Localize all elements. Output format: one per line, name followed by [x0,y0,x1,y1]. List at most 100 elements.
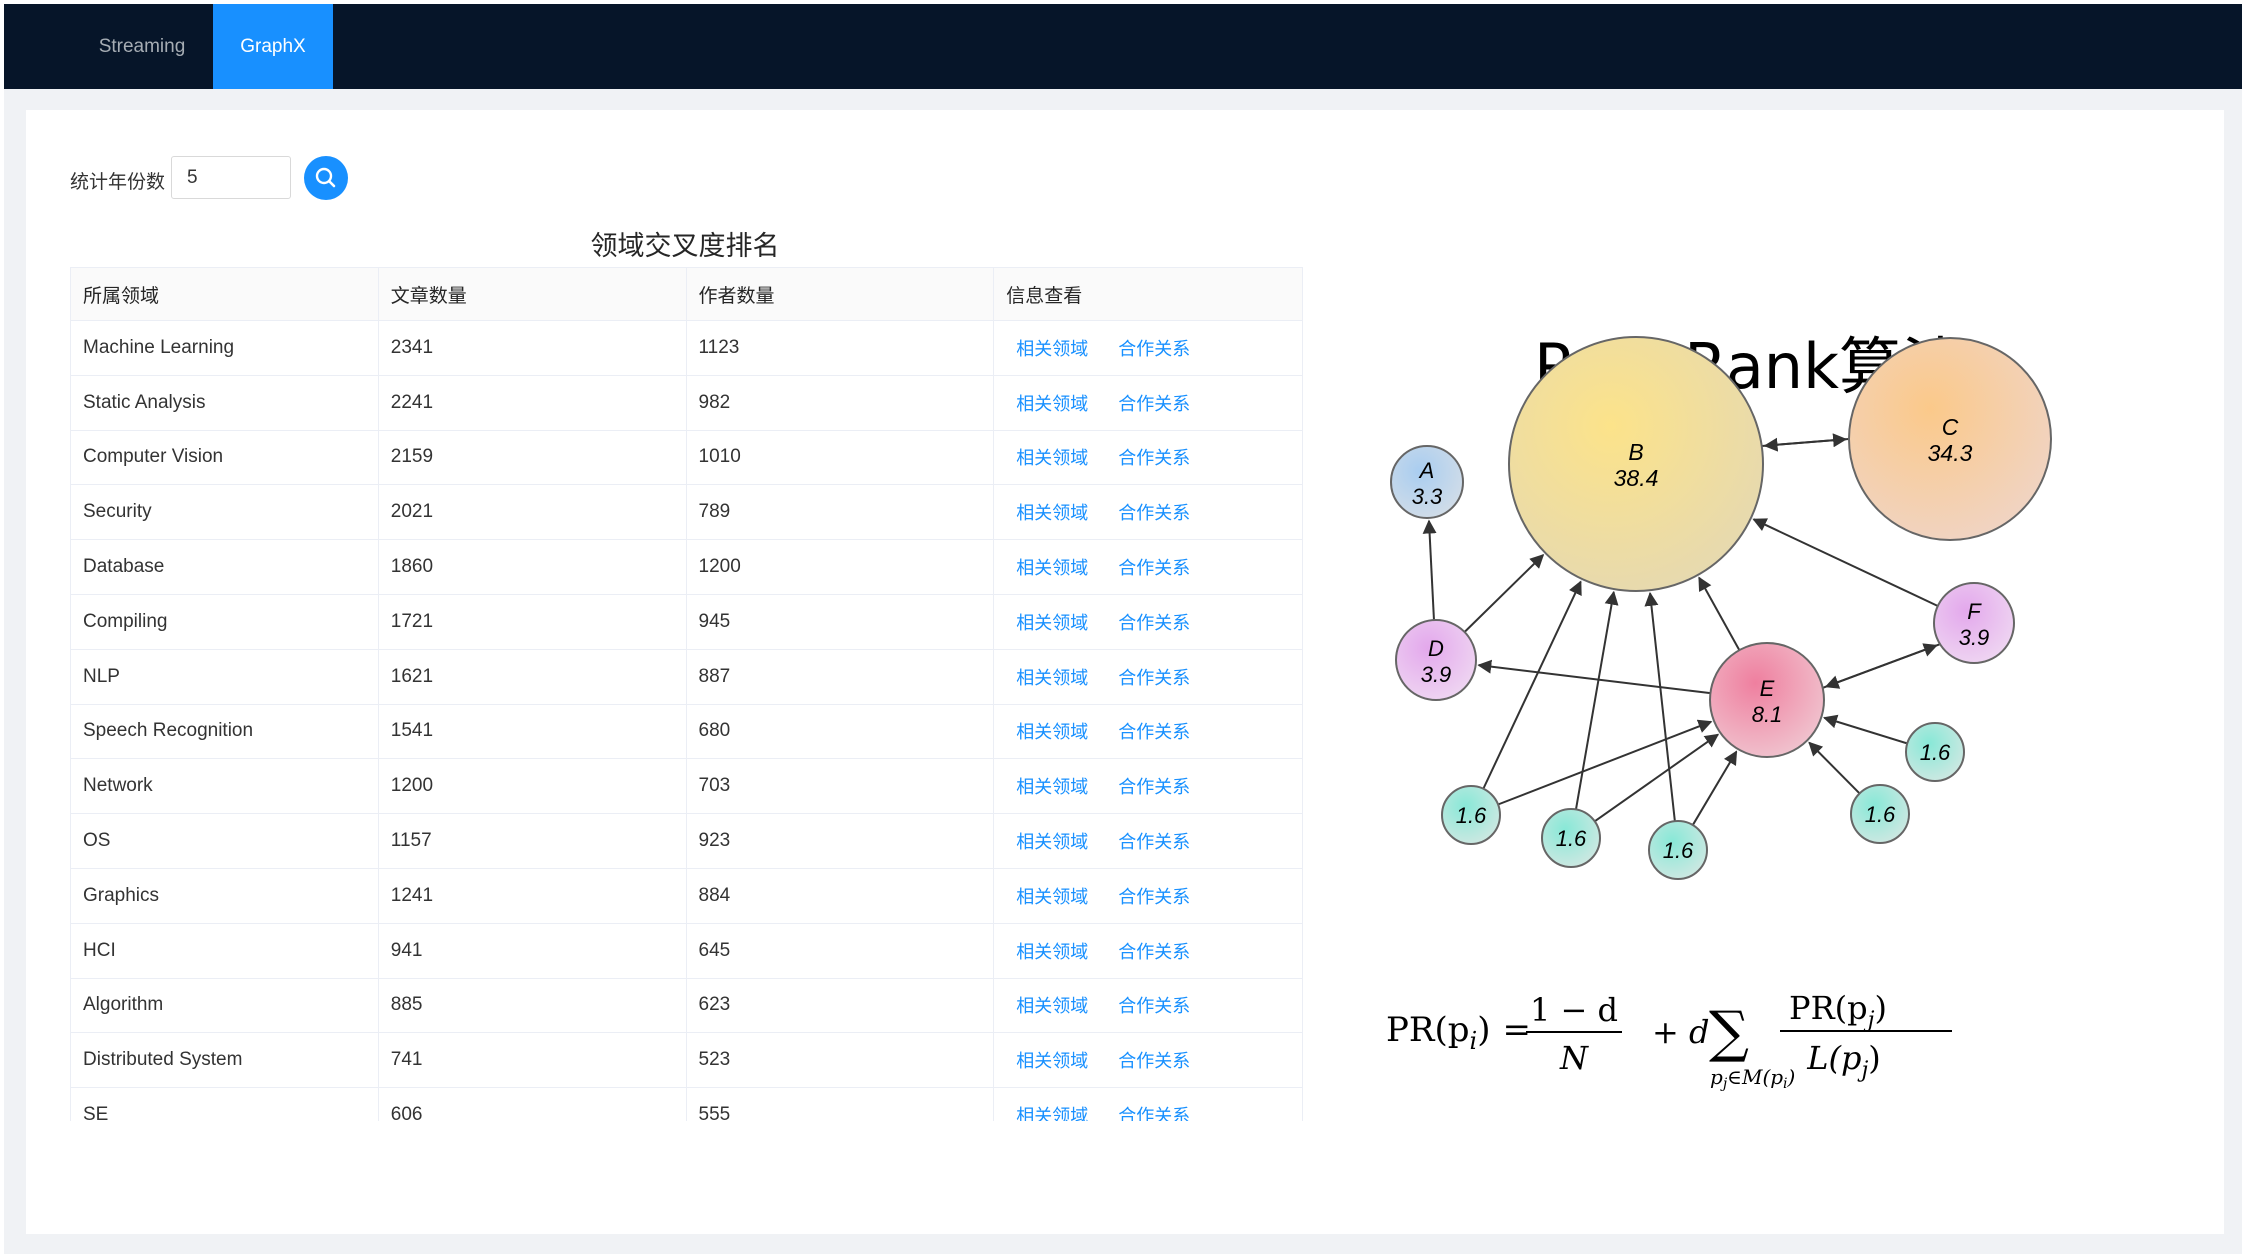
ranking-table[interactable]: 所属领域 文章数量 作者数量 信息查看 Machine Learning 2341… [70,267,1303,1121]
collaboration-link[interactable]: 合作关系 [1118,777,1190,798]
authors-cell: 703 [686,758,995,815]
related-fields-link[interactable]: 相关领域 [1016,1106,1088,1121]
node-label: F [1967,599,1982,624]
graph-edge [1644,591,1676,822]
table-row: Distributed System 741 523 相关领域 合作关系 [70,1032,1303,1089]
field-cell: Machine Learning [70,320,379,376]
tab-streaming[interactable]: Streaming [66,4,218,89]
related-fields-link[interactable]: 相关领域 [1016,777,1088,798]
articles-cell: 2159 [378,430,687,486]
graph-edge [1463,554,1545,633]
authors-cell: 623 [686,978,995,1034]
related-fields-link[interactable]: 相关领域 [1016,722,1088,743]
field-cell: Database [70,539,379,595]
collaboration-link[interactable]: 合作关系 [1118,613,1190,634]
table-row: HCI 941 645 相关领域 合作关系 [70,923,1303,979]
authors-cell: 1200 [686,539,995,595]
collaboration-link[interactable]: 合作关系 [1118,1051,1190,1072]
graph-edge [1698,576,1741,651]
related-fields-link[interactable]: 相关领域 [1016,887,1088,908]
formula-plus-d: + d [1652,1013,1709,1051]
articles-cell: 1157 [378,813,687,869]
field-cell: Network [70,758,379,815]
authors-cell: 923 [686,813,995,869]
graph-node: C34.3 [1848,337,2052,541]
authors-cell: 680 [686,704,995,760]
node-score: 1.6 [1456,803,1487,828]
graph-edge [1691,750,1738,826]
node-label: E [1760,676,1775,701]
actions-cell: 相关领域 合作关系 [993,430,1303,486]
related-fields-link[interactable]: 相关领域 [1016,942,1088,963]
node-score: 3.3 [1412,484,1443,509]
node-label: C [1942,414,1959,440]
year-count-label: 统计年份数 [70,171,166,193]
graph-node: 1.6 [1905,722,1965,782]
graph-node: 1.6 [1850,784,1910,844]
collaboration-link[interactable]: 合作关系 [1118,887,1190,908]
graph-edge [1763,437,1849,452]
field-cell: Algorithm [70,978,379,1034]
authors-cell: 945 [686,594,995,650]
related-fields-link[interactable]: 相关领域 [1016,339,1088,360]
field-cell: Speech Recognition [70,704,379,760]
collaboration-link[interactable]: 合作关系 [1118,942,1190,963]
column-header-info: 信息查看 [993,267,1303,321]
actions-cell: 相关领域 合作关系 [993,539,1303,595]
table-row: Machine Learning 2341 1123 相关领域 合作关系 [70,320,1303,376]
node-score: 1.6 [1663,838,1694,863]
articles-cell: 1721 [378,594,687,650]
collaboration-link[interactable]: 合作关系 [1118,1106,1190,1121]
related-fields-link[interactable]: 相关领域 [1016,613,1088,634]
collaboration-link[interactable]: 合作关系 [1118,394,1190,415]
authors-cell: 555 [686,1087,995,1121]
related-fields-link[interactable]: 相关领域 [1016,448,1088,469]
collaboration-link[interactable]: 合作关系 [1118,503,1190,524]
actions-cell: 相关领域 合作关系 [993,1087,1303,1121]
graph-edge [1574,590,1619,810]
actions-cell: 相关领域 合作关系 [993,758,1303,815]
articles-cell: 1860 [378,539,687,595]
node-score: 1.6 [1865,802,1896,827]
articles-cell: 1241 [378,868,687,924]
collaboration-link[interactable]: 合作关系 [1118,996,1190,1017]
node-score: 3.9 [1959,625,1990,650]
field-cell: HCI [70,923,379,979]
graph-node: D3.9 [1395,619,1477,701]
table-row: Database 1860 1200 相关领域 合作关系 [70,539,1303,595]
authors-cell: 1010 [686,430,995,486]
search-icon [315,167,336,188]
graph-node: A3.3 [1390,445,1464,519]
collaboration-link[interactable]: 合作关系 [1118,832,1190,853]
collaboration-link[interactable]: 合作关系 [1118,558,1190,579]
related-fields-link[interactable]: 相关领域 [1016,394,1088,415]
graph-node: 1.6 [1441,785,1501,845]
formula-frac2-denominator: L(pj) [1806,1039,1881,1083]
articles-cell: 741 [378,1032,687,1089]
search-button[interactable] [304,156,348,200]
graph-edge [1594,733,1720,823]
node-score: 3.9 [1421,662,1452,687]
year-count-input[interactable]: 5 [171,156,291,199]
collaboration-link[interactable]: 合作关系 [1118,339,1190,360]
related-fields-link[interactable]: 相关领域 [1016,503,1088,524]
collaboration-link[interactable]: 合作关系 [1118,448,1190,469]
node-label: B [1628,439,1643,465]
tab-graphx[interactable]: GraphX [213,4,333,89]
related-fields-link[interactable]: 相关领域 [1016,668,1088,689]
related-fields-link[interactable]: 相关领域 [1016,996,1088,1017]
collaboration-link[interactable]: 合作关系 [1118,668,1190,689]
related-fields-link[interactable]: 相关领域 [1016,832,1088,853]
formula-frac2-numerator: PR(pj) [1789,989,1887,1033]
collaboration-link[interactable]: 合作关系 [1118,722,1190,743]
node-score: 38.4 [1614,465,1659,491]
related-fields-link[interactable]: 相关领域 [1016,558,1088,579]
column-header-articles: 文章数量 [378,267,687,321]
actions-cell: 相关领域 合作关系 [993,320,1303,376]
authors-cell: 789 [686,484,995,541]
graph-edge [1808,741,1861,795]
pagerank-graph: A3.3B38.4C34.3D3.9E8.1F3.91.61.6 1.61.61.… [1390,336,2052,880]
actions-cell: 相关领域 合作关系 [993,868,1303,924]
related-fields-link[interactable]: 相关领域 [1016,1051,1088,1072]
formula-sum-subscript: pj∈M(pi) [1710,1065,1795,1092]
